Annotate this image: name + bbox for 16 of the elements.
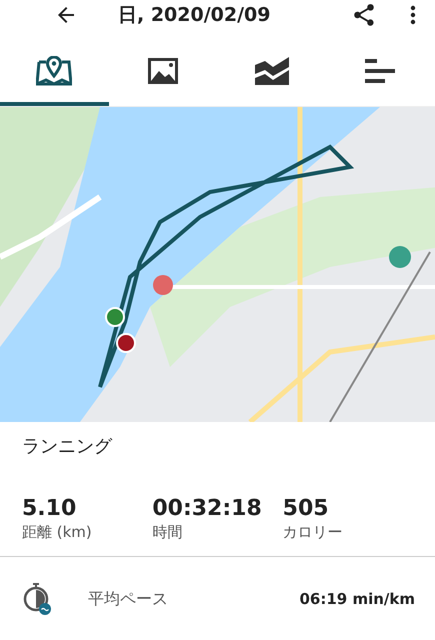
stat-label: 距離 (km) [22, 523, 93, 542]
more-icon[interactable] [409, 3, 417, 27]
stat-value: 00:32:18 [152, 496, 263, 521]
area-chart-icon [254, 57, 289, 85]
detail-value: 06:19 min/km [299, 590, 415, 608]
header-title: 日, 2020/02/09 [118, 3, 272, 28]
image-icon [148, 58, 178, 84]
activity-title: ランニング [22, 435, 114, 458]
stat-value: 505 [282, 496, 330, 521]
stat-label: 時間 [152, 523, 184, 542]
stat-value: 5.10 [22, 496, 78, 521]
bars-icon [364, 59, 397, 83]
detail-label: 平均ペース [88, 588, 169, 610]
map-pin-icon [36, 56, 72, 86]
stopwatch-icon [22, 583, 52, 615]
stat-label: カロリー [282, 523, 344, 542]
